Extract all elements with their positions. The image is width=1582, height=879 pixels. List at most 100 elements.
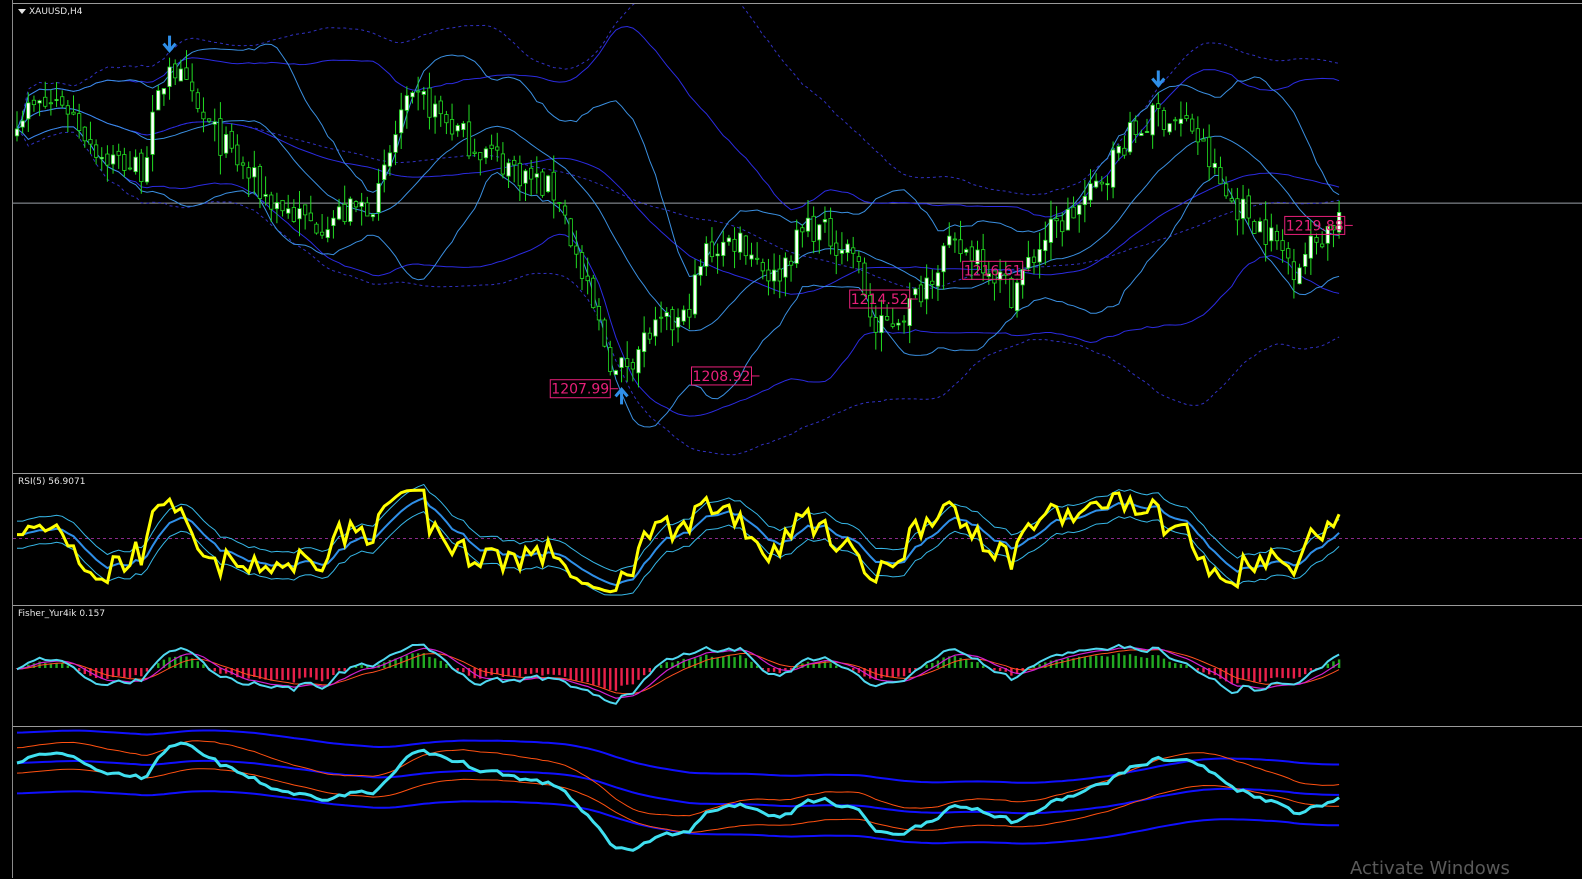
candle-body xyxy=(705,244,708,267)
fisher-bar xyxy=(694,658,696,668)
candle-body xyxy=(1219,167,1222,183)
candle-body xyxy=(1010,278,1013,307)
fisher-bar xyxy=(1242,668,1244,679)
candle-body xyxy=(852,248,855,253)
candle-body xyxy=(140,153,143,181)
fisher-bar xyxy=(1304,668,1306,674)
fisher-bar xyxy=(197,661,199,668)
candle-body xyxy=(761,263,764,271)
price-pane[interactable]: 1207.991208.921214.521216.611219.88 XAUU… xyxy=(13,3,1582,471)
fisher-bar xyxy=(564,668,566,677)
fisher-bar xyxy=(570,668,572,680)
candle-body xyxy=(513,160,516,165)
fisher-bar xyxy=(1089,656,1091,668)
fisher-bar xyxy=(310,668,312,677)
candle-body xyxy=(439,101,442,114)
candle-body xyxy=(688,309,691,317)
candle-body xyxy=(1083,196,1086,204)
candle-body xyxy=(1111,150,1114,187)
candle-body xyxy=(484,149,487,158)
fisher-bar xyxy=(428,657,430,668)
candle-body xyxy=(659,317,662,318)
fisher-bar xyxy=(835,666,837,668)
candle-body xyxy=(1241,199,1244,218)
candle-body xyxy=(61,97,64,105)
candle-body xyxy=(38,101,41,103)
candle-body xyxy=(1066,209,1069,230)
candle-body xyxy=(1253,221,1256,233)
candle-body xyxy=(315,224,318,233)
candle-body xyxy=(885,316,888,320)
rsi-label: RSI(5) 56.9071 xyxy=(18,477,85,487)
fisher-bar xyxy=(1168,662,1170,668)
candle-body xyxy=(620,358,623,368)
candle-body xyxy=(44,97,47,106)
fisher-bar xyxy=(1310,668,1312,671)
candle-body xyxy=(665,313,668,317)
fisher-bar xyxy=(767,668,769,672)
candle-body xyxy=(518,163,521,185)
candle-body xyxy=(1287,249,1290,258)
bottom-main-line xyxy=(17,743,1339,850)
candle-body xyxy=(123,155,126,171)
fisher-bar xyxy=(592,668,594,685)
fisher-bar xyxy=(519,668,521,677)
rsi-pane[interactable]: RSI(5) 56.9071 xyxy=(13,473,1582,603)
price-label: 1208.92 xyxy=(692,367,760,385)
candle-body xyxy=(287,209,290,213)
fisher-bar xyxy=(44,663,46,668)
price-label-text: 1214.52 xyxy=(851,292,909,308)
candle-body xyxy=(343,204,346,221)
fisher-bar xyxy=(603,668,605,688)
price-label: 1219.88 xyxy=(1285,216,1353,234)
candle-body xyxy=(710,242,713,257)
candle-body xyxy=(727,238,730,242)
candle-body xyxy=(948,236,951,245)
fisher-bar xyxy=(457,668,459,671)
fisher-bar xyxy=(411,653,413,668)
candle-body xyxy=(1207,137,1210,166)
candle-body xyxy=(349,199,352,222)
candle-body xyxy=(580,253,583,279)
fast-band-lower xyxy=(17,127,1339,427)
candle-body xyxy=(1230,198,1233,200)
fisher-bar xyxy=(716,658,718,668)
bottom-pane[interactable] xyxy=(13,726,1582,879)
candle-body xyxy=(552,172,555,200)
price-label-text: 1207.99 xyxy=(551,382,609,398)
candle-body xyxy=(1320,244,1323,247)
candle-body xyxy=(586,276,589,281)
dropdown-caret-icon[interactable] xyxy=(18,9,26,14)
candle-body xyxy=(32,100,35,104)
price-label-text: 1219.88 xyxy=(1286,218,1344,234)
candle-body xyxy=(1292,262,1295,280)
fisher-bar xyxy=(123,668,125,677)
candle-body xyxy=(631,363,634,369)
candle-body xyxy=(196,93,199,109)
fisher-bar xyxy=(1287,668,1289,678)
fisher-bar xyxy=(705,655,707,668)
fisher-bar xyxy=(722,657,724,668)
candle-body xyxy=(1055,219,1058,221)
fisher-bar xyxy=(214,668,216,671)
candle-body xyxy=(400,110,403,133)
candle-body xyxy=(49,103,52,104)
fisher-pane[interactable]: Fisher_Yur4ik 0.157 xyxy=(13,605,1582,724)
fisher-bar xyxy=(880,668,882,678)
candle-body xyxy=(1179,119,1182,123)
candle-body xyxy=(258,166,261,198)
candle-body xyxy=(1281,241,1284,251)
candle-body xyxy=(1315,237,1318,242)
fisher-bar xyxy=(530,668,532,674)
candle-body xyxy=(15,129,18,136)
candle-body xyxy=(812,216,815,241)
candle-body xyxy=(597,306,600,320)
fisher-bar xyxy=(643,668,645,675)
candle-body xyxy=(733,239,736,251)
fisher-bar xyxy=(1264,668,1266,681)
fisher-bar xyxy=(1151,655,1153,668)
price-label: 1216.61 xyxy=(963,261,1031,279)
candle-body xyxy=(247,168,250,178)
candle-body xyxy=(354,202,357,207)
candle-body xyxy=(230,131,233,148)
